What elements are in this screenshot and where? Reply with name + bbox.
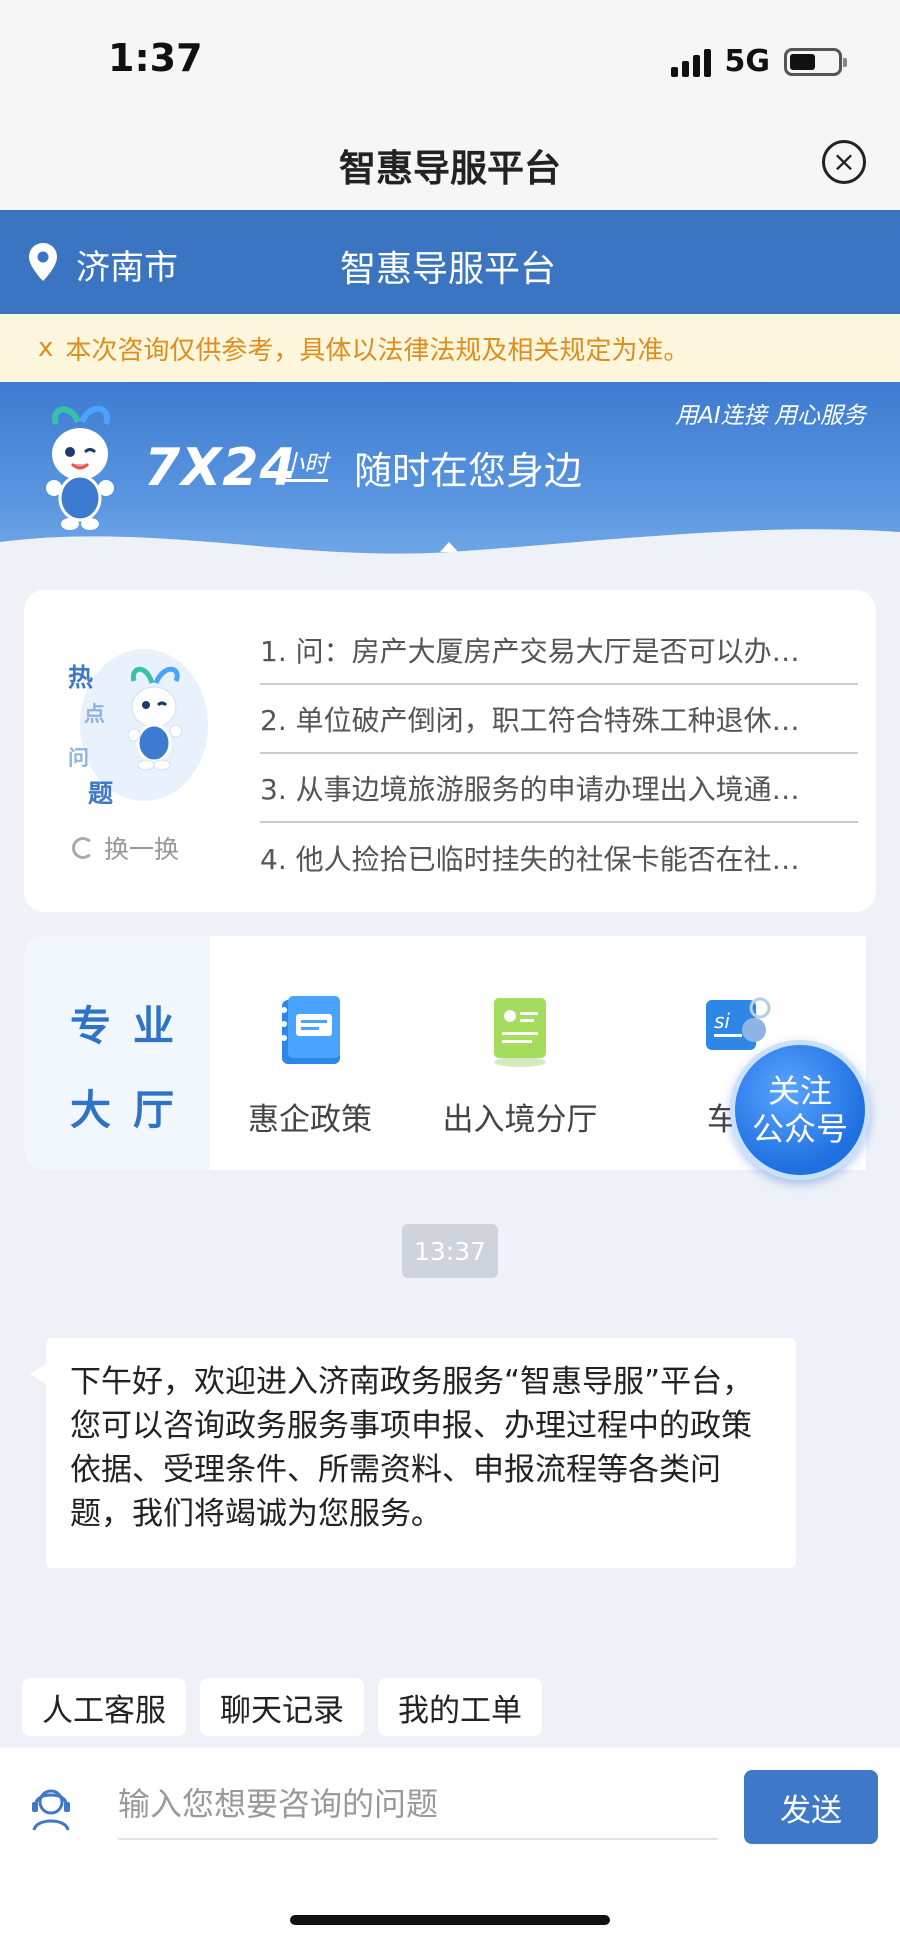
halls-label: 专业	[70, 1002, 196, 1050]
banner-wave	[0, 529, 900, 582]
human-service-button[interactable]: 人工客服	[22, 1678, 186, 1736]
service-banner: 7X24 小时 随时在您身边 用AI连接 用心服务	[0, 382, 900, 582]
home-indicator[interactable]	[290, 1915, 610, 1925]
page-title: 智惠导服平台	[339, 147, 561, 190]
title-bar: 智惠导服平台 ×	[0, 118, 900, 210]
location-pin-icon[interactable]	[28, 242, 58, 282]
disclaimer-notice: x 本次咨询仅供参考，具体以法律法规及相关规定为准。	[0, 314, 900, 382]
hot-question-list: 1. 问：房产大厦房产交易大厅是否可以办… 2. 单位破产倒闭，职工符合特殊工种…	[260, 616, 858, 892]
hot-badge-char: 点	[84, 702, 105, 726]
banner-tagline: 用AI连接 用心服务	[675, 403, 866, 429]
battery-icon	[784, 47, 847, 76]
banner-7x24: 7X24	[144, 438, 297, 498]
mascot-icon	[46, 405, 114, 530]
signal-icon	[670, 47, 711, 77]
collapse-caret-icon[interactable]	[440, 542, 458, 552]
refresh-questions-button[interactable]: 换一换	[72, 830, 179, 866]
my-tickets-button[interactable]: 我的工单	[378, 1678, 542, 1736]
halls-label: 大厅	[70, 1086, 196, 1134]
question-input[interactable]	[118, 1770, 718, 1840]
id-card-icon	[494, 998, 546, 1067]
safe-area	[0, 1868, 900, 1947]
city-bar: 济南市 智惠导服平台	[0, 210, 900, 314]
welcome-message-bubble: 下午好，欢迎进入济南政务服务“智惠导服”平台，您可以咨询政务服务事项申报、办理过…	[30, 1338, 796, 1568]
follow-account-button[interactable]: 关注 公众号	[730, 1040, 870, 1180]
hot-badge-char: 题	[88, 779, 114, 808]
notice-close-icon[interactable]: x	[38, 333, 53, 363]
hall-label: 惠企政策	[248, 1102, 372, 1138]
quick-actions: 人工客服 聊天记录 我的工单	[22, 1678, 542, 1736]
network-label: 5G	[724, 44, 771, 79]
svg-text:si: si	[714, 1009, 730, 1033]
hot-badge-char: 问	[68, 746, 89, 770]
follow-line1: 关注	[767, 1071, 832, 1110]
banner-hours: 小时	[280, 444, 328, 482]
halls-label-panel: 专业 大厅	[24, 936, 210, 1170]
chat-history-button[interactable]: 聊天记录	[200, 1678, 364, 1736]
city-selector[interactable]: 济南市	[76, 240, 178, 289]
refresh-label: 换一换	[104, 835, 180, 864]
platform-title: 智惠导服平台	[340, 249, 557, 290]
notice-text: 本次咨询仅供参考，具体以法律法规及相关规定为准。	[65, 335, 690, 366]
banner-slogan: 随时在您身边	[354, 449, 583, 493]
follow-line2: 公众号	[751, 1110, 848, 1148]
hot-question-item[interactable]: 1. 问：房产大厦房产交易大厅是否可以办…	[260, 616, 858, 685]
status-bar: 1:37 5G	[0, 0, 900, 118]
close-button[interactable]: ×	[822, 140, 866, 184]
hot-question-item[interactable]: 4. 他人捡拾已临时挂失的社保卡能否在社…	[260, 823, 858, 892]
hot-question-item[interactable]: 2. 单位破产倒闭，职工符合特殊工种退休…	[260, 685, 858, 754]
status-time: 1:37	[108, 36, 203, 80]
close-icon: ×	[832, 145, 856, 178]
hall-label: 出入境分厅	[442, 1102, 598, 1138]
hall-enterprise-policy[interactable]: 惠企政策	[210, 994, 410, 1139]
refresh-icon	[72, 837, 94, 859]
customer-service-icon[interactable]	[28, 1784, 74, 1832]
hot-badge-char: 热	[68, 663, 94, 692]
notebook-icon	[281, 996, 340, 1064]
hall-entry-exit[interactable]: 出入境分厅	[420, 994, 620, 1139]
send-button[interactable]: 发送	[744, 1770, 878, 1844]
hot-questions-card: 热 点 问 题 换一换 1. 问：房产大厦房产交易大厅是否可以办… 2. 单位破…	[24, 590, 876, 912]
message-timestamp: 13:37	[402, 1224, 498, 1278]
status-indicators: 5G	[670, 44, 847, 79]
hot-question-item[interactable]: 3. 从事边境旅游服务的申请办理出入境通…	[260, 754, 858, 823]
input-bar: 发送	[0, 1748, 900, 1868]
